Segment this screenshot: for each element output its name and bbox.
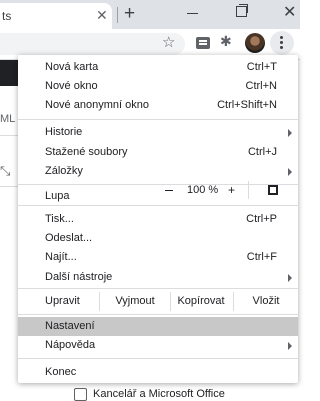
submenu-arrow-icon xyxy=(288,129,292,137)
menu-item-label: Nové anonymní okno xyxy=(45,99,149,111)
menu-item-exit[interactable]: Konec xyxy=(18,363,298,382)
menu-item-zoom: Lupa xyxy=(18,187,298,206)
edit-label: Upravit xyxy=(45,295,80,307)
active-tab[interactable]: ts ✕ xyxy=(0,3,112,29)
page-checkbox[interactable] xyxy=(74,388,87,401)
chrome-main-menu: Nová karta Ctrl+T Nové okno Ctrl+N Nové … xyxy=(18,55,298,383)
menu-item-more-tools[interactable]: Další nástroje xyxy=(18,268,298,287)
menu-item-new-window[interactable]: Nové okno Ctrl+N xyxy=(18,77,298,96)
menu-separator xyxy=(18,205,298,206)
menu-item-shortcut: Ctrl+Shift+N xyxy=(217,99,277,111)
zoom-divider xyxy=(248,181,249,199)
menu-item-shortcut: Ctrl+N xyxy=(245,80,277,92)
menu-kebab-icon[interactable] xyxy=(270,31,294,55)
paste-button[interactable]: Vložit xyxy=(234,292,298,311)
menu-item-shortcut: Ctrl+T xyxy=(246,61,277,73)
window-close-icon[interactable]: ✕ xyxy=(283,2,296,22)
menu-item-label: Lupa xyxy=(45,190,70,202)
menu-item-label: Nové okno xyxy=(45,80,98,92)
copy-button[interactable]: Kopírovat xyxy=(171,292,231,311)
zoom-level-value: 100 % xyxy=(187,184,219,196)
tab-separator xyxy=(117,7,118,23)
menu-item-shortcut: Ctrl+F xyxy=(246,251,277,263)
menu-item-label: Tisk... xyxy=(45,213,74,225)
profile-avatar[interactable] xyxy=(245,33,265,53)
menu-item-label: Nápověda xyxy=(45,339,96,351)
menu-item-help[interactable]: Nápověda xyxy=(18,336,298,355)
menu-separator xyxy=(18,288,298,289)
new-tab-button[interactable]: + xyxy=(124,3,135,25)
page-checkbox-label: Kancelář a Microsoft Office xyxy=(93,388,225,400)
menu-separator xyxy=(18,358,298,359)
menu-item-label: Odeslat... xyxy=(45,232,93,244)
menu-item-settings[interactable]: Nastavení xyxy=(18,317,298,336)
address-bar[interactable] xyxy=(0,33,185,55)
menu-item-find[interactable]: Najít... Ctrl+F xyxy=(18,248,298,267)
extensions-puzzle-icon[interactable]: ✱ xyxy=(220,33,232,50)
page-sidebar-label: ML xyxy=(0,113,16,125)
menu-item-new-tab[interactable]: Nová karta Ctrl+T xyxy=(18,58,298,77)
page-header-strip xyxy=(0,60,20,86)
menu-separator xyxy=(18,119,298,120)
menu-separator xyxy=(18,184,298,185)
menu-item-shortcut: Ctrl+J xyxy=(247,146,277,158)
submenu-arrow-icon xyxy=(288,342,292,350)
menu-item-bookmarks[interactable]: Záložky xyxy=(18,162,298,181)
menu-item-label: Další nástroje xyxy=(45,271,113,283)
page-divider xyxy=(0,135,20,136)
menu-item-label: Nastavení xyxy=(45,320,95,332)
menu-separator xyxy=(18,314,298,315)
restore-icon[interactable] xyxy=(236,4,248,17)
extension-icon[interactable] xyxy=(196,37,210,49)
menu-item-label: Záložky xyxy=(45,165,83,177)
collapse-arrows-icon[interactable]: ⤡ xyxy=(0,163,10,179)
menu-item-shortcut: Ctrl+P xyxy=(246,213,277,225)
zoom-in-button[interactable]: + xyxy=(228,183,235,197)
menu-item-cast[interactable]: Odeslat... xyxy=(18,229,298,248)
menu-item-history[interactable]: Historie xyxy=(18,123,298,142)
submenu-arrow-icon xyxy=(288,168,292,176)
menu-item-label: Najít... xyxy=(45,251,77,263)
menu-item-label: Nová karta xyxy=(45,61,99,73)
cut-button[interactable]: Vyjmout xyxy=(100,292,170,311)
menu-item-label: Konec xyxy=(45,366,77,378)
page-divider xyxy=(0,186,20,187)
menu-item-downloads[interactable]: Stažené soubory Ctrl+J xyxy=(18,143,298,162)
tab-title: ts xyxy=(2,9,12,23)
tab-strip: ts ✕ + ✕ xyxy=(0,0,300,29)
bookmark-star-icon[interactable]: ☆ xyxy=(162,33,175,51)
menu-item-label: Historie xyxy=(45,126,83,138)
menu-item-print[interactable]: Tisk... Ctrl+P xyxy=(18,210,298,229)
submenu-arrow-icon xyxy=(288,274,292,282)
menu-item-incognito[interactable]: Nové anonymní okno Ctrl+Shift+N xyxy=(18,96,298,115)
menu-item-label: Stažené soubory xyxy=(45,146,128,158)
minimize-icon[interactable] xyxy=(187,13,198,14)
fullscreen-icon[interactable] xyxy=(268,185,278,195)
zoom-out-button[interactable] xyxy=(165,190,173,191)
close-tab-icon[interactable]: ✕ xyxy=(96,7,108,24)
